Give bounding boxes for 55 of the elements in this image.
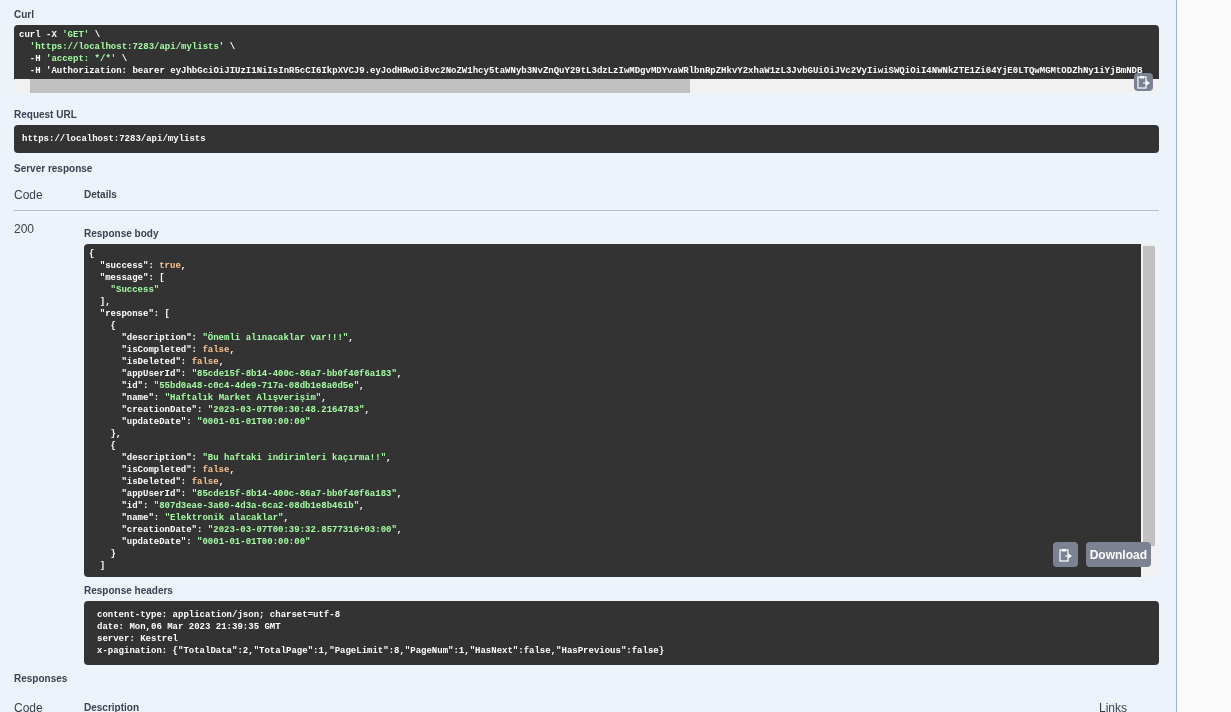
code-line: } — [109, 548, 116, 560]
code-line: "description": "Önemli alınacaklar var!!!", — [120, 332, 354, 344]
section-label: Curl — [14, 9, 35, 21]
section-label: Response headers — [84, 585, 174, 597]
code-line: "isDeleted": false, — [120, 356, 225, 368]
clipboard-icon — [1058, 547, 1072, 562]
code-line: "creationDate": "2023-03-07T00:39:32.8577316+03:00", — [120, 524, 403, 536]
code-line: date: Mon,06 Mar 2023 21:39:35 GMT — [97, 621, 281, 633]
code-line: "id": "55bd0a48-c0c4-4de9-717a-08db1e8a0d5e", — [120, 380, 365, 392]
scrollbar-thumb[interactable] — [30, 79, 690, 93]
code-line: x-pagination: {"TotalData":2,"TotalPage":1,"PageLimit":8,"PageNum":1,"HasNext":false,"HasPrevious":false} — [97, 645, 665, 657]
code-line: { — [109, 320, 116, 332]
code-line: "creationDate": "2023-03-07T00:30:48.2164783", — [120, 404, 370, 416]
url-box: https://localhost:7283/api/mylists — [14, 125, 1159, 153]
column-header: Details — [84, 188, 117, 201]
code-line: ] — [98, 560, 106, 572]
code-line: "Success" — [109, 284, 160, 296]
copy-button[interactable] — [1134, 73, 1153, 91]
download-button[interactable]: Download — [1085, 542, 1151, 567]
code-line: "id": "807d3eae-3a60-4d3a-6ca2-08db1e8b461b", — [120, 500, 365, 512]
clipboard-icon — [1137, 75, 1150, 89]
code-line: "success": true, — [98, 260, 187, 272]
code-line: curl -X 'GET' \ — [19, 29, 101, 41]
section-label: Response body — [84, 228, 160, 240]
code-line: "updateDate": "0001-01-01T00:00:00" — [120, 536, 311, 548]
code-line: }, — [109, 428, 122, 440]
code-line: content-type: application/json; charset=utf-8 — [97, 609, 341, 621]
code-line: 'https://localhost:7283/api/mylists' \ — [28, 41, 236, 53]
code-line: server: Kestrel — [97, 633, 178, 645]
code-line: { — [89, 248, 95, 260]
horizontal-scrollbar[interactable] — [14, 79, 1159, 93]
code-line: ], — [98, 296, 111, 308]
code-line: { — [109, 440, 116, 452]
code-line: "message": [ — [98, 272, 165, 284]
scrollbar-thumb[interactable] — [1143, 246, 1155, 546]
section-label: Responses — [14, 673, 69, 685]
column-header: Code — [14, 186, 44, 204]
code-line: "isCompleted": false, — [120, 464, 235, 476]
section-label: Server response — [14, 163, 94, 175]
section-label: Request URL — [14, 109, 78, 121]
code-line: "isDeleted": false, — [120, 476, 225, 488]
code-line: "response": [ — [98, 308, 170, 320]
copy-button[interactable] — [1052, 542, 1078, 567]
code-line: "name": "Haftalık Market Alışverişim", — [120, 392, 327, 404]
code-line: "isCompleted": false, — [120, 344, 235, 356]
status-code: 200 — [14, 221, 36, 238]
code-line: "name": "Elektronik alacaklar", — [120, 512, 289, 524]
code-line: "appUserId": "85cde15f-8b14-400c-86a7-bb0f40f6a183", — [120, 488, 403, 500]
code-line: -H 'Authorization: bearer eyJhbGciOiJIUzI1NiIsInR5cCI6IkpXVCJ9.eyJodHRwOi8vc2NoZW1hcy5taWNyb3NvZnQuY29tL3dzLzIwMDgvMDYvaWRlbnRpZHkvY2xhaW1zL3JvbGUiOiJVc2VyIiwiSWQiOiI4NWNkZTE1Zi04YjE0LTQwMGMtODZhNy1iYjBmNDB — [28, 65, 1143, 77]
code-line: "description": "Bu haftaki indirimleri kaçırma!!", — [120, 452, 392, 464]
column-header: Code — [14, 700, 44, 712]
column-header: Links — [1099, 700, 1127, 712]
code-line: "updateDate": "0001-01-01T00:00:00" — [120, 416, 311, 428]
code-line: -H 'accept: */*' \ — [28, 53, 128, 65]
code-line: "appUserId": "85cde15f-8b14-400c-86a7-bb0f40f6a183", — [120, 368, 403, 380]
